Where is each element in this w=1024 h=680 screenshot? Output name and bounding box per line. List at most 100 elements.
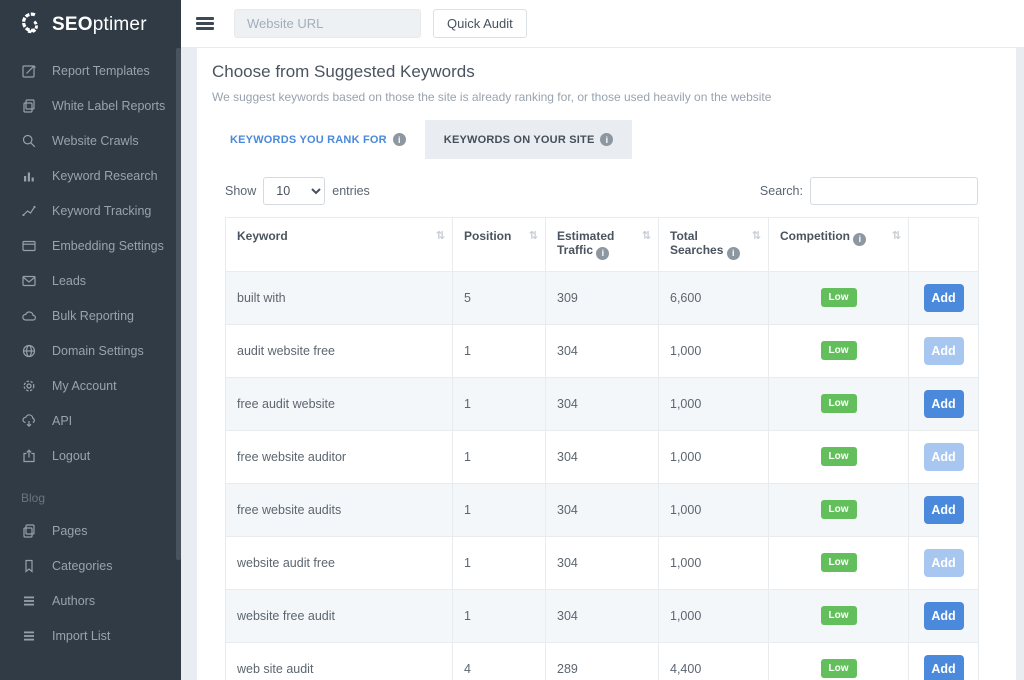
add-keyword-button[interactable]: Add <box>924 496 964 524</box>
info-icon[interactable]: i <box>600 133 613 146</box>
keyword-cell: website audit free <box>226 536 453 589</box>
info-icon[interactable]: i <box>727 247 740 260</box>
trend-line-icon <box>21 203 37 219</box>
sidebar-item-keyword-research[interactable]: Keyword Research <box>0 158 181 193</box>
competition-badge: Low <box>821 606 857 625</box>
sort-icon[interactable]: ⇅ <box>529 229 538 242</box>
sidebar-scrollbar[interactable] <box>176 48 181 560</box>
sidebar-item-logout[interactable]: Logout <box>0 438 181 473</box>
competition-badge: Low <box>821 447 857 466</box>
keyword-cell: free website auditor <box>226 430 453 483</box>
table-row: free website auditor 1 304 1,000 Low Add <box>226 430 979 483</box>
table-row: audit website free 1 304 1,000 Low Add <box>226 324 979 377</box>
sidebar-item-label: Keyword Tracking <box>52 204 151 218</box>
keyword-cell: website free audit <box>226 589 453 642</box>
sidebar-item-report-templates[interactable]: Report Templates <box>0 53 181 88</box>
add-keyword-button[interactable]: Add <box>924 443 964 471</box>
page-subtitle: We suggest keywords based on those the s… <box>212 90 1016 104</box>
competition-badge: Low <box>821 659 857 678</box>
search-control: Search: <box>760 177 978 205</box>
keyword-cell: free website audits <box>226 483 453 536</box>
gear-icon <box>21 378 37 394</box>
sidebar-item-label: Leads <box>52 274 86 288</box>
header-estimated-traffic[interactable]: Estimated Traffic i⇅ <box>546 218 659 272</box>
tab-keywords-on-your-site[interactable]: KEYWORDS ON YOUR SITE i <box>425 120 633 159</box>
hamburger-menu-icon[interactable] <box>196 17 214 30</box>
quick-audit-button[interactable]: Quick Audit <box>433 9 527 38</box>
keyword-cell: free audit website <box>226 377 453 430</box>
table-section: Show 10 entries Search: Keyword⇅ Pos <box>197 177 1016 680</box>
keywords-table: Keyword⇅ Position⇅ Estimated Traffic i⇅ … <box>225 217 979 680</box>
sidebar-item-keyword-tracking[interactable]: Keyword Tracking <box>0 193 181 228</box>
sidebar-item-categories[interactable]: Categories <box>0 548 181 583</box>
info-icon[interactable]: i <box>393 133 406 146</box>
add-keyword-button[interactable]: Add <box>924 602 964 630</box>
add-keyword-button[interactable]: Add <box>924 337 964 365</box>
logo[interactable]: SEOptimer <box>0 0 181 48</box>
main-area: Choose from Suggested Keywords We sugges… <box>181 48 1024 680</box>
sidebar-item-authors[interactable]: Authors <box>0 583 181 618</box>
sidebar-item-embedding-settings[interactable]: Embedding Settings <box>0 228 181 263</box>
sidebar-item-import-list[interactable]: Import List <box>0 618 181 653</box>
sidebar: SEOptimer Report Templates White Label R… <box>0 0 181 680</box>
magnifier-icon <box>21 133 37 149</box>
entries-label: entries <box>332 184 370 198</box>
entries-select[interactable]: 10 <box>263 177 325 205</box>
sidebar-nav: Report Templates White Label Reports Web… <box>0 48 181 653</box>
sidebar-item-domain-settings[interactable]: Domain Settings <box>0 333 181 368</box>
show-entries-control: Show 10 entries <box>225 177 370 205</box>
pencil-square-icon <box>21 63 37 79</box>
sidebar-item-bulk-reporting[interactable]: Bulk Reporting <box>0 298 181 333</box>
copy-pages-icon <box>21 523 37 539</box>
globe-icon <box>21 343 37 359</box>
sidebar-item-leads[interactable]: Leads <box>0 263 181 298</box>
tabs: KEYWORDS YOU RANK FOR i KEYWORDS ON YOUR… <box>211 120 1016 159</box>
tab-keywords-you-rank-for[interactable]: KEYWORDS YOU RANK FOR i <box>211 120 425 159</box>
sidebar-item-api[interactable]: API <box>0 403 181 438</box>
add-keyword-button[interactable]: Add <box>924 284 964 312</box>
copy-pages-icon <box>21 98 37 114</box>
sidebar-item-label: Import List <box>52 629 110 643</box>
sidebar-item-label: Logout <box>52 449 90 463</box>
sort-icon[interactable]: ⇅ <box>436 229 445 242</box>
competition-badge: Low <box>821 394 857 413</box>
sidebar-item-website-crawls[interactable]: Website Crawls <box>0 123 181 158</box>
sort-icon[interactable]: ⇅ <box>752 229 761 242</box>
cloud-arrow-icon <box>21 413 37 429</box>
header-actions <box>909 218 979 272</box>
sidebar-item-label: Bulk Reporting <box>52 309 134 323</box>
add-keyword-button[interactable]: Add <box>924 655 964 680</box>
sort-icon[interactable]: ⇅ <box>892 229 901 242</box>
table-header-row: Keyword⇅ Position⇅ Estimated Traffic i⇅ … <box>226 218 979 272</box>
seoptimer-gear-logo-icon <box>16 9 43 41</box>
add-keyword-button[interactable]: Add <box>924 390 964 418</box>
bar-chart-icon <box>21 168 37 184</box>
search-input[interactable] <box>810 177 978 205</box>
table-row: built with 5 309 6,600 Low Add <box>226 271 979 324</box>
info-icon[interactable]: i <box>596 247 609 260</box>
content-panel: Choose from Suggested Keywords We sugges… <box>197 48 1016 680</box>
header-total-searches[interactable]: Total Searches i⇅ <box>659 218 769 272</box>
add-keyword-button[interactable]: Add <box>924 549 964 577</box>
sidebar-item-white-label-reports[interactable]: White Label Reports <box>0 88 181 123</box>
header-position[interactable]: Position⇅ <box>453 218 546 272</box>
competition-badge: Low <box>821 341 857 360</box>
info-icon[interactable]: i <box>853 233 866 246</box>
keyword-cell: built with <box>226 271 453 324</box>
logout-icon <box>21 448 37 464</box>
website-url-input[interactable] <box>234 9 421 38</box>
list-icon <box>21 593 37 609</box>
sidebar-section-blog: Blog <box>0 473 181 513</box>
list-icon <box>21 628 37 644</box>
sidebar-item-label: Embedding Settings <box>52 239 164 253</box>
sidebar-item-label: White Label Reports <box>52 99 165 113</box>
header-keyword[interactable]: Keyword⇅ <box>226 218 453 272</box>
bookmark-icon <box>21 558 37 574</box>
header-competition[interactable]: Competition i⇅ <box>769 218 909 272</box>
cloud-icon <box>21 308 37 324</box>
sidebar-item-label: Authors <box>52 594 95 608</box>
sort-icon[interactable]: ⇅ <box>642 229 651 242</box>
table-row: website audit free 1 304 1,000 Low Add <box>226 536 979 589</box>
sidebar-item-pages[interactable]: Pages <box>0 513 181 548</box>
sidebar-item-my-account[interactable]: My Account <box>0 368 181 403</box>
